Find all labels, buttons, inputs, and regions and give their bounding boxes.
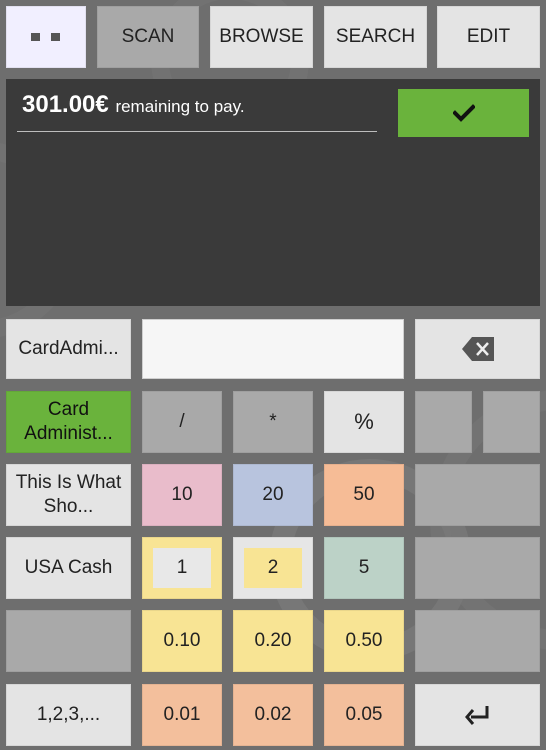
- enter-button[interactable]: [415, 684, 540, 746]
- note-50-key[interactable]: 50: [324, 464, 404, 526]
- search-button[interactable]: SEARCH: [324, 6, 427, 68]
- payment-summary-panel: 301.00€ remaining to pay.: [6, 79, 540, 306]
- menu-button[interactable]: [6, 6, 86, 68]
- remaining-amount: 301.00€ remaining to pay.: [22, 91, 245, 119]
- enter-icon: [464, 706, 488, 725]
- payment-method-this-is-what[interactable]: This Is What Sho...: [6, 464, 131, 526]
- coin-0-10-key[interactable]: 0.10: [142, 610, 222, 672]
- coin-0-20-key[interactable]: 0.20: [233, 610, 313, 672]
- checkmark-icon: [452, 104, 475, 122]
- backspace-icon: [461, 337, 494, 361]
- note-10-key[interactable]: 10: [142, 464, 222, 526]
- blank-key-3: [415, 464, 540, 526]
- blank-key-4: [415, 537, 540, 599]
- note-5-key[interactable]: 5: [324, 537, 404, 599]
- coin-0-01-key[interactable]: 0.01: [142, 684, 222, 746]
- multiply-key[interactable]: *: [233, 391, 313, 453]
- coin-0-50-key[interactable]: 0.50: [324, 610, 404, 672]
- note-1-label: 1: [153, 548, 211, 588]
- amount-divider: [17, 131, 377, 132]
- payment-method-list[interactable]: 1,2,3,...: [6, 684, 131, 746]
- scan-button[interactable]: SCAN: [97, 6, 199, 68]
- note-2-key[interactable]: 2: [233, 537, 313, 599]
- blank-key-2: [483, 391, 540, 453]
- percent-key[interactable]: %: [324, 391, 404, 453]
- payment-method-usa-cash[interactable]: USA Cash: [6, 537, 131, 599]
- note-2-label: 2: [244, 548, 302, 588]
- amount-input[interactable]: [142, 319, 404, 379]
- coin-0-05-key[interactable]: 0.05: [324, 684, 404, 746]
- payment-method-cardadmin[interactable]: CardAdmi...: [6, 319, 131, 379]
- browse-button[interactable]: BROWSE: [210, 6, 313, 68]
- confirm-payment-button[interactable]: [398, 89, 529, 137]
- note-20-key[interactable]: 20: [233, 464, 313, 526]
- amount-value: 301.00€: [22, 91, 109, 118]
- payment-method-card-administration[interactable]: Card Administ...: [6, 391, 131, 453]
- edit-button[interactable]: EDIT: [437, 6, 540, 68]
- backspace-button[interactable]: [415, 319, 540, 379]
- blank-key-1: [415, 391, 472, 453]
- note-1-key[interactable]: 1: [142, 537, 222, 599]
- amount-note: remaining to pay.: [115, 97, 245, 116]
- coin-0-02-key[interactable]: 0.02: [233, 684, 313, 746]
- divide-key[interactable]: /: [142, 391, 222, 453]
- payment-method-empty: [6, 610, 131, 672]
- blank-key-5: [415, 610, 540, 672]
- dots-menu-icon: [31, 33, 60, 41]
